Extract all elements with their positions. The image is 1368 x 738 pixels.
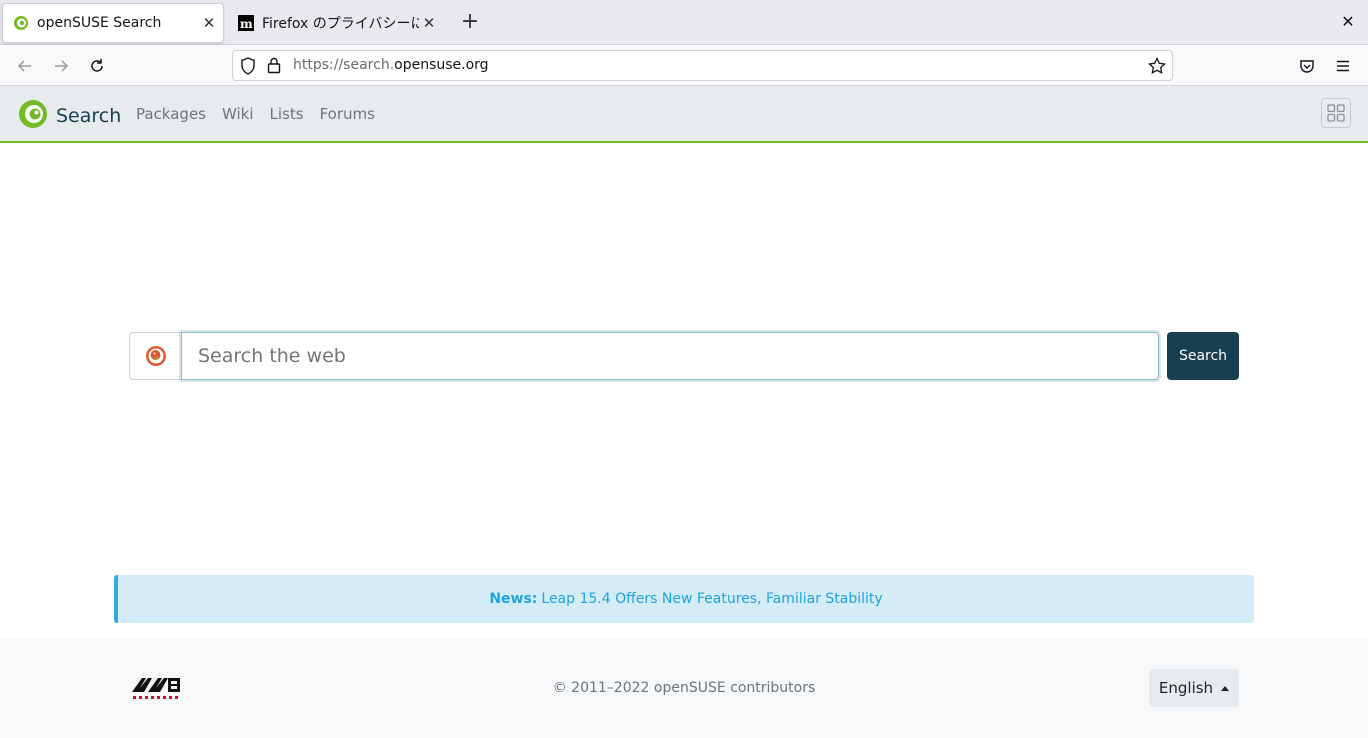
close-tab-icon[interactable]: ✕ [199,13,219,33]
tab-title: openSUSE Search [37,15,162,31]
new-tab-icon[interactable]: + [458,11,482,35]
site-nav: Packages Wiki Lists Forums [136,105,391,123]
lock-icon[interactable] [267,57,281,78]
bookmark-star-icon[interactable] [1148,56,1166,79]
news-banner: News: Leap 15.4 Offers New Features, Fam… [114,575,1254,623]
nav-link-packages[interactable]: Packages [136,105,206,123]
opensuse-logo-icon [18,99,48,133]
site-header: Search Packages Wiki Lists Forums [0,86,1368,143]
tab-firefox-privacy[interactable]: m Firefox のプライバシーに関 ✕ [228,3,443,43]
nav-link-wiki[interactable]: Wiki [222,105,254,123]
language-dropdown[interactable]: English [1149,669,1239,707]
browser-tab-bar: openSUSE Search ✕ m Firefox のプライバシーに関 ✕ … [0,0,1368,45]
search-input[interactable] [181,332,1159,380]
apps-grid-button[interactable] [1321,98,1351,128]
url-text[interactable]: https://search.opensuse.org [293,57,489,73]
grid-icon [1327,104,1345,122]
url-bar[interactable]: https://search.opensuse.org [232,50,1173,81]
site-footer: © 2011–2022 openSUSE contributors Englis… [0,638,1368,738]
mdn-favicon-icon: m [238,15,254,31]
back-arrow-icon[interactable] [13,54,37,78]
tab-title: Firefox のプライバシーに関 [262,16,419,32]
svg-text:m: m [240,17,253,31]
brand-title: Search [56,105,122,127]
tab-opensuse-search[interactable]: openSUSE Search ✕ [2,3,224,43]
search-button[interactable]: Search [1167,332,1239,380]
window-close-icon[interactable]: ✕ [1338,12,1358,32]
caret-up-icon [1221,685,1230,691]
browser-nav-bar: https://search.opensuse.org [0,45,1368,86]
shield-icon[interactable] [240,57,256,79]
language-label: English [1158,679,1214,697]
brand-link[interactable]: Search [18,99,121,133]
close-tab-icon[interactable]: ✕ [419,13,439,33]
news-link[interactable]: Leap 15.4 Offers New Features, Familiar … [541,591,882,607]
reload-icon[interactable] [85,54,109,78]
news-label: News: [489,591,538,607]
duckduckgo-icon [146,346,166,366]
opensuse-favicon-icon [13,15,29,31]
pocket-icon[interactable] [1295,54,1319,78]
forward-arrow-icon[interactable] [49,54,73,78]
search-engine-selector[interactable] [129,332,182,380]
search-form: Search [129,332,1239,380]
nav-link-lists[interactable]: Lists [270,105,304,123]
nav-link-forums[interactable]: Forums [320,105,375,123]
hamburger-menu-icon[interactable] [1331,54,1355,78]
